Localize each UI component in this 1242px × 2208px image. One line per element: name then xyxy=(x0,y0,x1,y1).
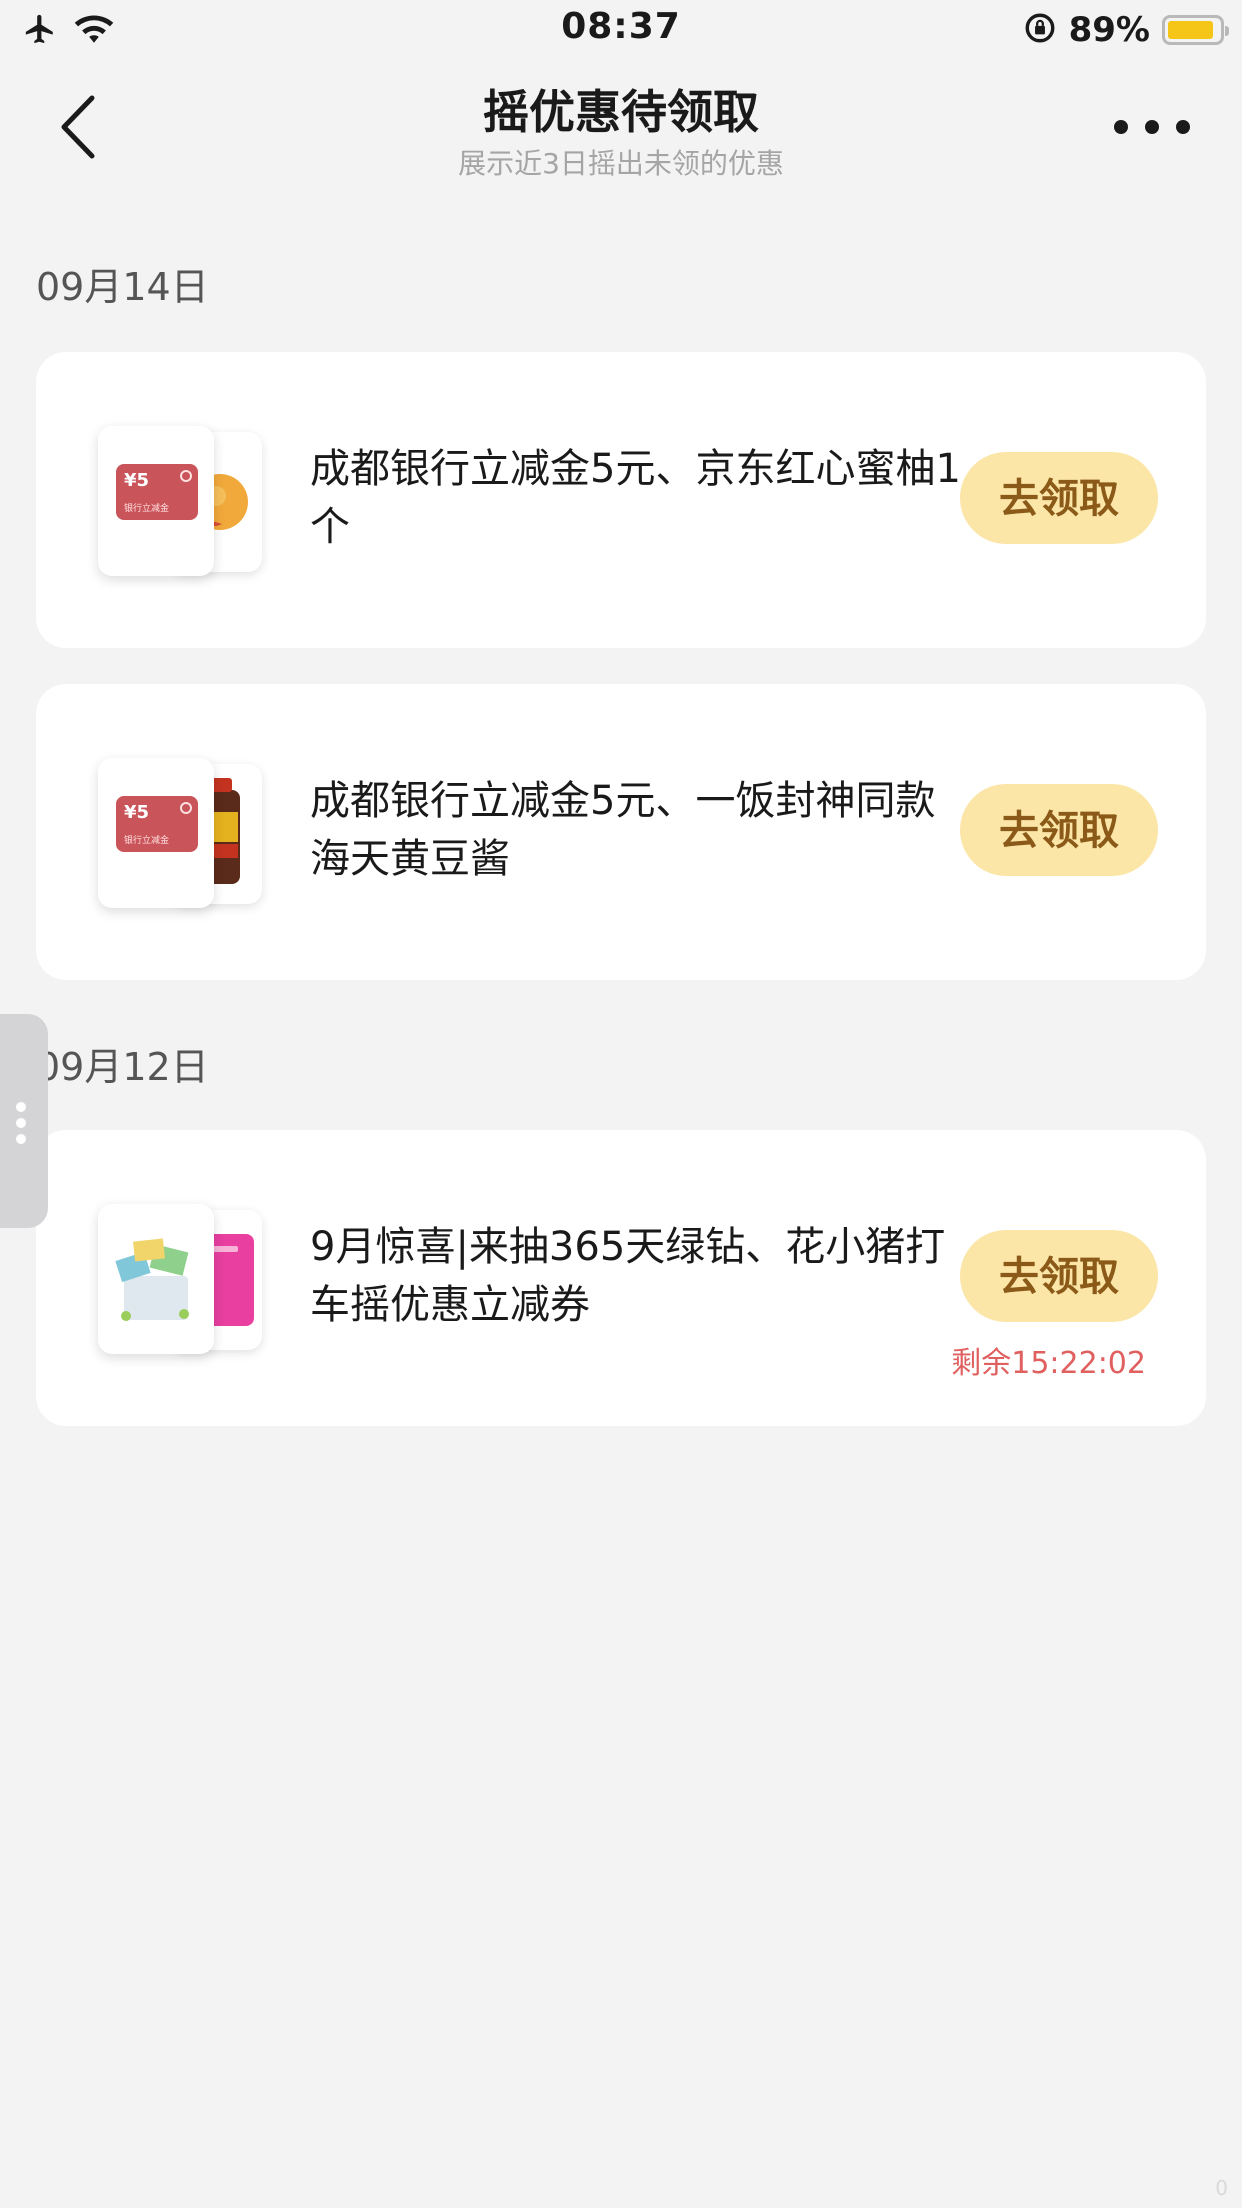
nav-bar: 摇优惠待领取 展示近3日摇出未领的优惠 xyxy=(0,62,1242,192)
coupon-thumbnail: ¥5 银行立减金 xyxy=(98,426,262,576)
countdown-timer: 剩余15:22:02 xyxy=(951,1346,1146,1381)
status-right: 89% xyxy=(1023,10,1229,50)
page-subtitle: 展示近3日摇出未领的优惠 xyxy=(458,147,784,180)
battery-icon xyxy=(1162,15,1229,45)
coupon-card: ¥5 银行立减金 成都银行立减金5元、京东红心蜜柚1个 去领取 xyxy=(36,352,1206,648)
coupon-title: 9月惊喜|来抽365天绿钻、花小猪打车摇优惠立减券 xyxy=(310,1224,946,1328)
bank-card-image: ¥5 银行立减金 xyxy=(98,426,214,576)
page-title: 摇优惠待领取 xyxy=(483,85,759,139)
gift-box-image xyxy=(98,1204,214,1354)
date-header: 09月12日 xyxy=(36,1045,209,1089)
coupon-thumbnail: ¥5 银行立减金 xyxy=(98,758,262,908)
claim-button[interactable]: 去领取 xyxy=(960,1230,1158,1322)
more-dot-icon xyxy=(1176,120,1190,134)
coupon-card: 9月惊喜|来抽365天绿钻、花小猪打车摇优惠立减券 去领取 剩余15:22:02 xyxy=(36,1130,1206,1426)
battery-percent: 89% xyxy=(1068,10,1150,50)
bank-voucher-graphic: ¥5 银行立减金 xyxy=(116,464,198,520)
battery-fill xyxy=(1168,21,1213,39)
page: 08:37 89% 摇优惠待领取 展示近3日摇出未领的优惠 09月14日 ¥5 … xyxy=(0,0,1242,2208)
claim-button[interactable]: 去领取 xyxy=(960,784,1158,876)
more-button[interactable] xyxy=(1114,112,1190,142)
bank-card-image: ¥5 银行立减金 xyxy=(98,758,214,908)
date-header: 09月14日 xyxy=(36,265,209,309)
status-bar: 08:37 89% xyxy=(0,0,1242,62)
orientation-lock-icon xyxy=(1023,11,1057,49)
coupon-card: ¥5 银行立减金 成都银行立减金5元、一饭封神同款海天黄豆酱 去领取 xyxy=(36,684,1206,980)
coupon-thumbnail xyxy=(98,1204,262,1354)
coupon-title: 成都银行立减金5元、一饭封神同款海天黄豆酱 xyxy=(310,778,936,882)
watermark: 0 xyxy=(1215,2176,1228,2200)
bank-voucher-graphic: ¥5 银行立减金 xyxy=(116,796,198,852)
coupon-title: 成都银行立减金5元、京东红心蜜柚1个 xyxy=(310,446,961,550)
more-dot-icon xyxy=(1145,120,1159,134)
claim-button[interactable]: 去领取 xyxy=(960,452,1158,544)
more-dot-icon xyxy=(1114,120,1128,134)
floating-side-handle[interactable] xyxy=(0,1014,48,1228)
drag-handle-icon xyxy=(16,1102,26,1144)
